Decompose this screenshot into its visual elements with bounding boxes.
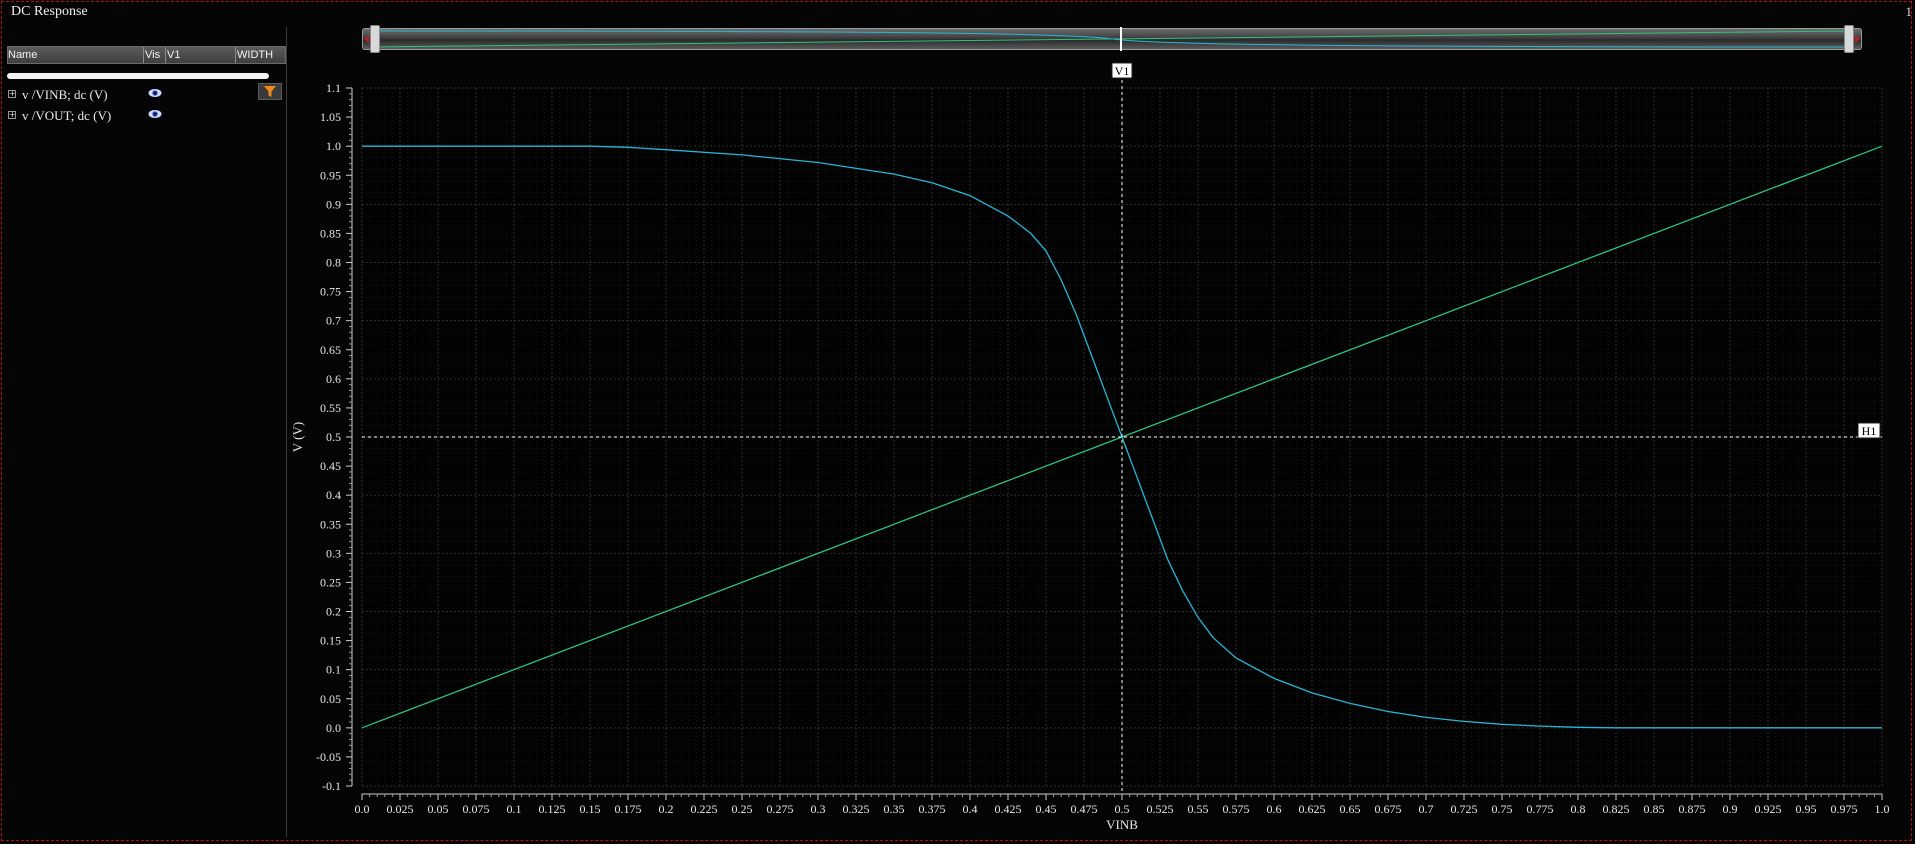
- vertical-marker-label: V1: [1115, 64, 1130, 78]
- x-tick-label: 0.275: [767, 802, 794, 816]
- x-tick-label: 0.95: [1796, 802, 1817, 816]
- x-tick-label: 0.475: [1071, 802, 1098, 816]
- y-tick-label: 0.9: [326, 197, 341, 211]
- y-tick-label: 0.65: [320, 343, 341, 357]
- y-tick-label: 0.35: [320, 517, 341, 531]
- y-tick-label: 0.2: [326, 605, 341, 619]
- x-tick-label: 0.55: [1188, 802, 1209, 816]
- x-tick-label: 0.5: [1115, 802, 1130, 816]
- x-tick-label: 0.425: [995, 802, 1022, 816]
- x-tick-label: 0.025: [387, 802, 414, 816]
- x-tick-label: 0.3: [811, 802, 826, 816]
- y-tick-label: 0.8: [326, 256, 341, 270]
- y-tick-label: 0.05: [320, 692, 341, 706]
- x-tick-label: 0.225: [691, 802, 718, 816]
- x-axis-label: VINB: [1106, 817, 1138, 832]
- y-tick-label: 0.55: [320, 401, 341, 415]
- x-tick-label: 0.7: [1419, 802, 1434, 816]
- x-tick-label: 0.125: [539, 802, 566, 816]
- y-tick-label: 0.95: [320, 168, 341, 182]
- x-tick-label: 0.65: [1340, 802, 1361, 816]
- y-axis-label: V (V): [290, 422, 305, 452]
- y-tick-label: 0.6: [326, 372, 341, 386]
- x-tick-label: 0.375: [919, 802, 946, 816]
- y-tick-label: 0.45: [320, 459, 341, 473]
- x-tick-label: 0.75: [1492, 802, 1513, 816]
- x-tick-label: 0.85: [1644, 802, 1665, 816]
- y-tick-label: 0.15: [320, 634, 341, 648]
- x-tick-label: 0.625: [1299, 802, 1326, 816]
- x-tick-label: 0.725: [1451, 802, 1478, 816]
- x-tick-label: 0.825: [1603, 802, 1630, 816]
- horizontal-marker-label: H1: [1862, 424, 1877, 438]
- y-tick-label: 0.4: [326, 488, 341, 502]
- y-tick-label: 0.3: [326, 546, 341, 560]
- x-tick-label: 0.1: [507, 802, 522, 816]
- x-tick-label: 0.25: [732, 802, 753, 816]
- x-tick-label: 0.575: [1223, 802, 1250, 816]
- x-tick-label: 0.15: [580, 802, 601, 816]
- x-tick-label: 0.0: [355, 802, 370, 816]
- y-tick-label: 0.75: [320, 285, 341, 299]
- y-tick-label: 0.0: [326, 721, 341, 735]
- y-axis-ticks: 1.1 1.05 1.0 0.95 0.9 0.85 0.8 0.75 0.7 0.65 0.6 0.…: [316, 81, 352, 793]
- x-tick-label: 0.05: [428, 802, 449, 816]
- y-tick-label: 0.5: [326, 430, 341, 444]
- y-tick-label: -0.1: [322, 779, 341, 793]
- x-tick-label: 0.675: [1375, 802, 1402, 816]
- waveform-plot[interactable]: 0.0 0.025 0.05 0.075 0.1 0.125 0.15 0.175 0.2 0.2…: [0, 0, 1915, 844]
- y-tick-label: 0.25: [320, 575, 341, 589]
- y-tick-label: 1.0: [326, 139, 341, 153]
- x-tick-label: 0.875: [1679, 802, 1706, 816]
- x-tick-label: 0.925: [1755, 802, 1782, 816]
- x-axis-ticks: 0.0 0.025 0.05 0.075 0.1 0.125 0.15 0.175 0.2 0.2…: [355, 794, 1890, 816]
- y-tick-label: 0.1: [326, 663, 341, 677]
- x-tick-label: 0.8: [1571, 802, 1586, 816]
- x-tick-label: 0.525: [1147, 802, 1174, 816]
- x-tick-label: 0.45: [1036, 802, 1057, 816]
- y-tick-label: -0.05: [316, 750, 341, 764]
- x-tick-label: 0.6: [1267, 802, 1282, 816]
- y-tick-label: 1.1: [326, 81, 341, 95]
- x-tick-label: 0.175: [615, 802, 642, 816]
- y-tick-label: 1.05: [320, 110, 341, 124]
- y-tick-label: 0.85: [320, 226, 341, 240]
- x-tick-label: 0.075: [463, 802, 490, 816]
- y-tick-label: 0.7: [326, 314, 341, 328]
- x-tick-label: 0.2: [659, 802, 674, 816]
- x-tick-label: 0.4: [963, 802, 978, 816]
- x-tick-label: 0.35: [884, 802, 905, 816]
- x-tick-label: 0.775: [1527, 802, 1554, 816]
- x-tick-label: 0.9: [1723, 802, 1738, 816]
- x-tick-label: 1.0: [1875, 802, 1890, 816]
- x-tick-label: 0.975: [1831, 802, 1858, 816]
- x-tick-label: 0.325: [843, 802, 870, 816]
